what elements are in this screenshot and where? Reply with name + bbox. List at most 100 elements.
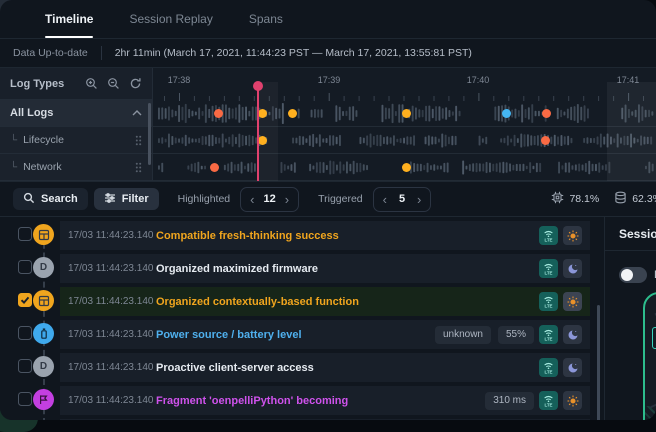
- chevron-right-icon[interactable]: ›: [285, 193, 289, 206]
- sun-button[interactable]: [563, 391, 582, 410]
- chevron-left-icon[interactable]: ‹: [250, 193, 254, 206]
- log-row: 17/03 11:44:23.140Power source / battery…: [0, 318, 656, 351]
- log-message: Organized maximized firmware: [156, 263, 318, 275]
- sun-button[interactable]: [563, 292, 582, 311]
- moon-button[interactable]: [563, 325, 582, 344]
- timeline-scrollbar[interactable]: [148, 103, 151, 165]
- log-row-content[interactable]: 17/03 11:44:23.140Fragment 'oenpelliPyth…: [60, 386, 590, 415]
- battery-icon: [33, 323, 54, 344]
- log-row: D17/03 11:44:23.140Proactive client-serv…: [0, 351, 656, 384]
- chevron-left-icon[interactable]: ‹: [383, 193, 387, 206]
- refresh-icon[interactable]: [129, 77, 142, 90]
- log-row: 17/03 11:44:23.140Fragment 'oenpelliPyth…: [0, 384, 656, 417]
- search-icon: [23, 192, 35, 207]
- log-row-content[interactable]: 17/03 11:44:23.140Compatible fresh-think…: [60, 221, 590, 250]
- log-type-row-all-logs[interactable]: All Logs: [0, 100, 153, 127]
- highlighted-label: Highlighted: [178, 193, 231, 205]
- chevron-up-icon[interactable]: [132, 110, 142, 116]
- log-types-label: Log Types: [10, 78, 76, 90]
- svg-text:LTE: LTE: [545, 270, 553, 275]
- log-checkbox[interactable]: [18, 260, 32, 274]
- event-dot[interactable]: [541, 136, 550, 145]
- log-message: Organized contextually-based function: [156, 296, 359, 308]
- badge: unknown: [435, 326, 491, 344]
- log-row-content[interactable]: 17/03 11:44:23.140Proactive client-serve…: [60, 353, 590, 382]
- event-dot[interactable]: [402, 109, 411, 118]
- lte-button[interactable]: LTE: [539, 226, 558, 245]
- filter-button-label: Filter: [122, 193, 149, 205]
- moon-button[interactable]: [563, 259, 582, 278]
- svg-text:LTE: LTE: [545, 237, 553, 242]
- svg-text:LTE: LTE: [545, 336, 553, 341]
- lte-button[interactable]: LTE: [539, 325, 558, 344]
- triggered-stepper: ‹ 5 ›: [373, 187, 432, 212]
- triggered-label: Triggered: [318, 193, 363, 205]
- log-checkbox[interactable]: [18, 293, 32, 307]
- highlighted-stepper: ‹ 12 ›: [240, 187, 299, 212]
- log-timestamp: 17/03 11:44:23.140: [68, 263, 156, 274]
- data-up-to-date-label: Data Up-to-date: [13, 47, 88, 59]
- log-row-content[interactable]: 17/03 11:44:23.140Organized maximized fi…: [60, 254, 590, 283]
- event-dot[interactable]: [502, 109, 511, 118]
- letter-d-icon: D: [33, 257, 54, 278]
- event-dot[interactable]: [210, 163, 219, 172]
- chevron-right-icon[interactable]: ›: [417, 193, 421, 206]
- zoom-out-icon[interactable]: [107, 77, 120, 90]
- app-window: Timeline Session Replay Spans Data Up-to-d…: [0, 0, 656, 420]
- zoom-in-icon[interactable]: [85, 77, 98, 90]
- log-row-content[interactable]: 17/03 11:44:23.140Organized contextually…: [60, 287, 590, 316]
- event-dot[interactable]: [542, 109, 551, 118]
- playhead-band: [257, 82, 278, 181]
- grid-icon: [33, 224, 54, 245]
- waveform-row: [153, 127, 656, 154]
- log-timestamp: 17/03 11:44:23.140: [68, 395, 156, 406]
- cpu-value: 78.1%: [569, 193, 599, 205]
- log-checkbox[interactable]: [18, 392, 32, 406]
- time-range-value: 2hr 11min (March 17, 2021, 11:44:23 PST …: [115, 47, 472, 59]
- lte-button[interactable]: LTE: [539, 391, 558, 410]
- log-type-row-network[interactable]: └Network: [0, 154, 153, 181]
- log-type-label: All Logs: [10, 107, 132, 119]
- event-dot[interactable]: [288, 109, 297, 118]
- log-timestamp: 17/03 11:44:23.140: [68, 296, 156, 307]
- log-message: Power source / battery level: [156, 329, 302, 341]
- tab-timeline[interactable]: Timeline: [45, 0, 93, 38]
- grid-icon: [33, 290, 54, 311]
- log-list-scrollbar[interactable]: [597, 305, 600, 420]
- drag-handle-icon[interactable]: [135, 135, 142, 146]
- badge: 55%: [498, 326, 534, 344]
- cpu-stat: 78.1%: [551, 191, 599, 207]
- lte-button[interactable]: LTE: [539, 259, 558, 278]
- log-type-row-lifecycle[interactable]: └ Lifecycle: [0, 127, 153, 154]
- playhead-line[interactable]: [257, 86, 259, 181]
- log-timestamp: 17/03 11:44:23.140: [68, 230, 156, 241]
- log-list-section: 17/03 11:44:23.140Compatible fresh-think…: [0, 217, 656, 420]
- tree-branch-glyph: └: [10, 135, 17, 146]
- event-dot[interactable]: [402, 163, 411, 172]
- log-type-label: Lifecycle: [23, 134, 135, 146]
- moon-button[interactable]: [563, 358, 582, 377]
- log-checkbox[interactable]: [18, 227, 32, 241]
- log-message: Compatible fresh-thinking success: [156, 230, 339, 242]
- log-checkbox[interactable]: [18, 359, 32, 373]
- log-message: Proactive client-server access: [156, 362, 314, 374]
- log-checkbox[interactable]: [18, 326, 32, 340]
- info-bar: Data Up-to-date 2hr 11min (March 17, 202…: [0, 39, 656, 68]
- playhead-handle[interactable]: [253, 81, 263, 91]
- event-dot[interactable]: [214, 109, 223, 118]
- drag-handle-icon[interactable]: [135, 162, 142, 173]
- filter-button[interactable]: Filter: [94, 188, 159, 210]
- log-types-column: Log Types All Logs └ Lifecycle └Network: [0, 68, 153, 181]
- badge: 310 ms: [485, 392, 534, 410]
- lte-button[interactable]: LTE: [539, 358, 558, 377]
- lte-button[interactable]: LTE: [539, 292, 558, 311]
- log-timestamp: 17/03 11:44:23.140: [68, 362, 156, 373]
- tab-session-replay[interactable]: Session Replay: [129, 0, 212, 38]
- log-row-content[interactable]: 17/03 11:44:23.140Power source / battery…: [60, 320, 590, 349]
- tab-spans[interactable]: Spans: [249, 0, 283, 38]
- search-button[interactable]: Search: [13, 188, 88, 210]
- sun-button[interactable]: [563, 226, 582, 245]
- waveform-area: 17:3817:3917:4017:41: [153, 68, 656, 181]
- storage-value: 62.3%: [632, 193, 656, 205]
- log-row: 17/03 11:44:23.140Compatible fresh-think…: [0, 219, 656, 252]
